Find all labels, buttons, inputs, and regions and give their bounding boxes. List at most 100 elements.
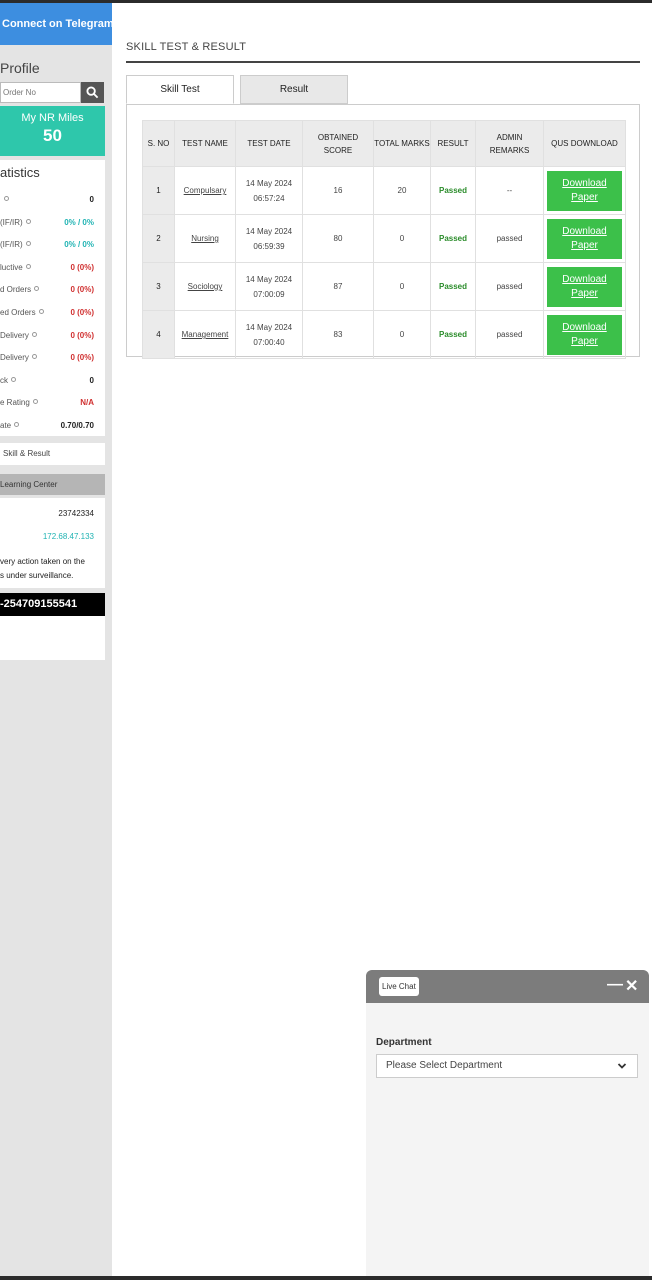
nr-miles-card: My NR Miles 50	[0, 106, 105, 156]
phone-number: -254709155541	[0, 593, 105, 616]
connect-telegram-button[interactable]: Connect on Telegram	[0, 3, 112, 45]
stat-label: ate	[0, 421, 12, 430]
live-chat-title[interactable]: Live Chat	[379, 977, 419, 996]
search-icon	[86, 86, 99, 99]
test-time: 06:59:39	[253, 241, 285, 251]
stat-label: ed Orders	[0, 308, 36, 317]
header-qus-download: QUS DOWNLOAD	[543, 120, 626, 167]
download-paper-button[interactable]: Download Paper	[547, 218, 622, 259]
cell-result: Passed	[430, 262, 476, 311]
cell-admin-remarks: passed	[475, 262, 544, 311]
cell-download: Download Paper	[543, 214, 626, 263]
info-number: 23742334	[58, 509, 94, 518]
skill-result-link[interactable]: Skill & Result	[0, 443, 105, 465]
cell-obtained-score: 80	[302, 214, 374, 263]
miles-label: My NR Miles	[21, 112, 84, 124]
header-total-marks: TOTAL MARKS	[373, 120, 431, 167]
cell-download: Download Paper	[543, 310, 626, 359]
stat-row: Delivery 0 (0%)	[0, 331, 105, 353]
stat-value: 0	[89, 375, 94, 385]
cell-admin-remarks: passed	[475, 214, 544, 263]
stat-row: ed Orders 0 (0%)	[0, 308, 105, 330]
info-icon[interactable]	[34, 286, 39, 292]
cell-sno: 4	[142, 310, 175, 359]
cell-test-name: Compulsary	[174, 166, 236, 215]
stat-label: e Rating	[0, 398, 30, 408]
cell-test-name: Sociology	[174, 262, 236, 311]
stat-label: ck	[0, 375, 8, 385]
stat-value: 0 (0%)	[70, 308, 94, 317]
note-line-1: very action taken on the	[0, 557, 85, 566]
skill-test-panel: S. NO TEST NAME TEST DATE OBTAINED SCORE…	[126, 104, 640, 359]
stat-row: luctive 0 (0%)	[0, 263, 105, 285]
info-icon[interactable]	[26, 263, 31, 269]
cell-sno: 1	[142, 166, 175, 215]
header-test-date: TEST DATE	[235, 120, 303, 167]
test-name-link[interactable]: Management	[182, 330, 229, 339]
test-date: 14 May 2024	[245, 322, 293, 332]
info-icon[interactable]	[4, 196, 9, 201]
surveillance-note: very action taken on the s under surveil…	[0, 555, 85, 583]
bottom-border	[0, 1276, 652, 1280]
live-chat-header[interactable]: Live Chat — ✕	[366, 970, 649, 1003]
cell-test-name: Nursing	[174, 214, 236, 263]
info-icon[interactable]	[33, 399, 38, 405]
cell-total-marks: 0	[373, 262, 431, 311]
statistics-title: atistics	[0, 165, 40, 180]
order-search-button[interactable]	[81, 82, 104, 103]
info-icon[interactable]	[39, 309, 44, 314]
cell-result: Passed	[430, 310, 476, 359]
info-icon[interactable]	[11, 376, 16, 382]
tab-result[interactable]: Result	[240, 75, 348, 104]
stat-value: 0 (0%)	[70, 285, 94, 295]
stat-label: luctive	[0, 262, 23, 272]
test-name-link[interactable]: Sociology	[188, 282, 223, 291]
skill-test-table: S. NO TEST NAME TEST DATE OBTAINED SCORE…	[142, 120, 626, 359]
close-icon[interactable]: ✕	[625, 976, 638, 996]
stat-value: 0	[89, 195, 94, 204]
stat-label: (IF/IR)	[0, 240, 23, 250]
note-line-2: s under surveillance.	[0, 571, 74, 580]
stat-value: N/A	[80, 398, 94, 408]
tab-skill-test[interactable]: Skill Test	[126, 75, 234, 104]
info-icon[interactable]	[32, 354, 37, 360]
info-icon[interactable]	[26, 241, 31, 247]
statistics-panel: atistics 0 (IF/IR) 0% / 0% (IF/IR) 0% / 0% lu…	[0, 160, 105, 436]
chevron-down-icon	[617, 1063, 627, 1069]
test-date: 14 May 2024	[245, 274, 293, 284]
cell-obtained-score: 87	[302, 262, 374, 311]
test-name-link[interactable]: Compulsary	[184, 186, 227, 195]
cell-test-date: 14 May 2024 07:00:40	[235, 310, 303, 359]
learning-center-header[interactable]: Learning Center	[0, 474, 105, 495]
stat-label: d Orders	[0, 285, 32, 295]
info-icon[interactable]	[32, 331, 37, 337]
info-icon[interactable]	[14, 422, 19, 427]
stat-value: 0% / 0%	[64, 217, 94, 227]
order-search-input[interactable]	[0, 82, 81, 103]
stat-row: e Rating N/A	[0, 398, 105, 420]
cell-obtained-score: 83	[302, 310, 374, 359]
header-result: RESULT	[430, 120, 476, 167]
table-row: 3 Sociology 14 May 2024 07:00:09 87 0 Passed pa…	[142, 262, 626, 311]
download-paper-button[interactable]: Download Paper	[547, 170, 622, 211]
table-row: 2 Nursing 14 May 2024 06:59:39 80 0 Passed pass…	[142, 214, 626, 263]
test-date: 14 May 2024	[245, 226, 293, 236]
minimize-icon[interactable]: —	[607, 976, 623, 994]
test-name-link[interactable]: Nursing	[191, 234, 219, 243]
stat-value: 0 (0%)	[70, 330, 94, 340]
department-select[interactable]: Please Select Department	[376, 1054, 638, 1078]
stat-label: Delivery	[0, 330, 29, 340]
title-underline	[126, 61, 640, 63]
test-time: 07:00:09	[253, 289, 285, 299]
stat-label: Delivery	[0, 353, 29, 363]
download-paper-button[interactable]: Download Paper	[547, 266, 622, 307]
download-paper-button[interactable]: Download Paper	[547, 314, 622, 355]
header-test-name: TEST NAME	[174, 120, 236, 167]
info-icon[interactable]	[26, 218, 31, 224]
header-sno: S. NO	[142, 120, 175, 167]
stat-value: 0% / 0%	[64, 240, 94, 250]
cell-test-date: 14 May 2024 06:59:39	[235, 214, 303, 263]
test-date: 14 May 2024	[245, 178, 293, 188]
cell-test-date: 14 May 2024 06:57:24	[235, 166, 303, 215]
sidebar-spacer	[0, 616, 105, 660]
